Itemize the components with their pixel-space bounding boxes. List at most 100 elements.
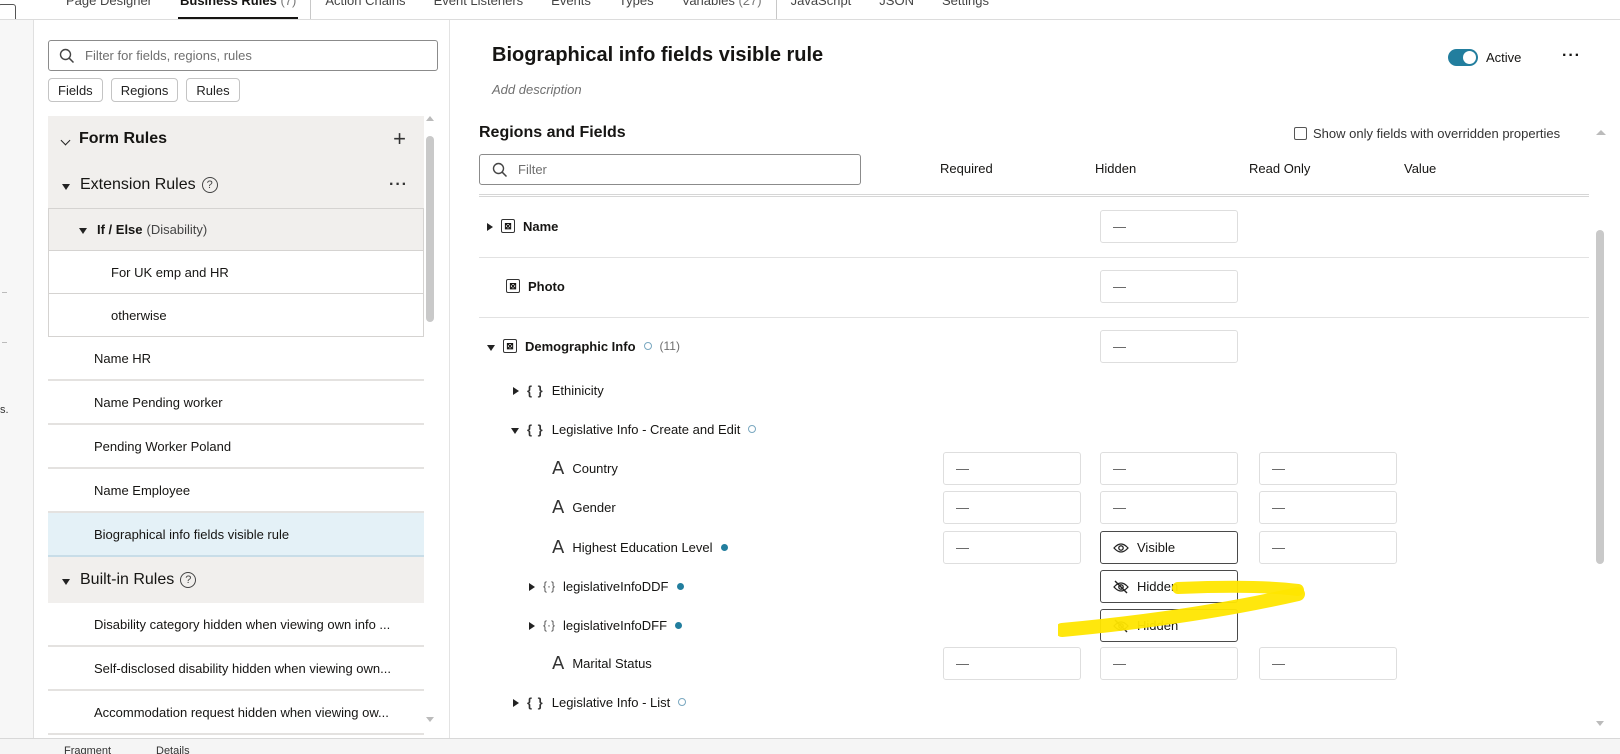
field-row-demographic[interactable]: ⊠ Demographic Info (11) — (479, 328, 1589, 364)
rule-item[interactable]: Accommodation request hidden when viewin… (48, 691, 424, 735)
hidden-select[interactable]: Visible (1100, 531, 1238, 564)
rules-filter-box[interactable] (48, 40, 438, 71)
field-name-cell: ⊠ Demographic Info (11) (487, 328, 680, 364)
fragment-tab[interactable]: Fragment (64, 745, 111, 754)
tab-settings[interactable]: Settings (928, 0, 1003, 19)
active-toggle[interactable]: Active (1448, 49, 1521, 66)
rules-filter-input[interactable] (85, 48, 415, 63)
more-options-icon[interactable]: ··· (1562, 47, 1581, 65)
field-label: Marital Status (572, 655, 652, 671)
caret-right-icon[interactable] (487, 219, 493, 234)
field-row-name[interactable]: ⊠ Name — (479, 208, 1589, 258)
required-select[interactable]: — (943, 491, 1081, 524)
branch-item[interactable]: For UK emp and HR (48, 251, 424, 294)
collapse-up-icon[interactable] (1596, 130, 1606, 135)
rule-item[interactable]: Pending Worker Poland (48, 425, 424, 469)
caret-down-icon[interactable] (79, 222, 87, 237)
scroll-down-icon[interactable] (1596, 721, 1604, 726)
hidden-select[interactable]: — (1100, 330, 1238, 363)
override-filter[interactable]: Show only fields with overridden propert… (1294, 126, 1560, 141)
rule-item[interactable]: Name Pending worker (48, 381, 424, 425)
read-only-select[interactable]: — (1259, 452, 1397, 485)
built-in-rules-header[interactable]: Built-in Rules ? (48, 557, 424, 603)
hidden-select[interactable]: — (1100, 270, 1238, 303)
tab-events[interactable]: Events (537, 0, 605, 19)
description-field[interactable]: Add description (492, 82, 582, 97)
field-row-legislative-create[interactable]: { } Legislative Info - Create and Edit (479, 411, 1589, 447)
field-row-marital[interactable]: A Marital Status — — — (479, 645, 1589, 681)
form-rules-header[interactable]: Form Rules + (48, 116, 424, 162)
required-select[interactable]: — (943, 452, 1081, 485)
rules-scrollbar[interactable] (426, 116, 434, 722)
caret-down-icon[interactable] (62, 178, 70, 193)
rule-item-selected[interactable]: Biographical info fields visible rule (48, 513, 424, 557)
chevron-down-icon[interactable] (60, 132, 71, 147)
scroll-thumb[interactable] (426, 136, 434, 322)
scroll-up-icon[interactable] (426, 116, 434, 121)
read-only-select[interactable]: — (1259, 491, 1397, 524)
fields-filter-box[interactable] (479, 154, 861, 185)
chip-rules[interactable]: Rules (186, 78, 240, 102)
tab-javascript[interactable]: JavaScript (775, 0, 866, 19)
rule-item[interactable]: Name Employee (48, 469, 424, 513)
rule-title[interactable]: Biographical info fields visible rule (492, 44, 823, 67)
tab-page-designer[interactable]: Page Designer (52, 0, 166, 19)
caret-right-icon[interactable] (513, 695, 519, 710)
hidden-select[interactable]: — (1100, 452, 1238, 485)
hidden-select[interactable]: — (1100, 210, 1238, 243)
caret-down-icon[interactable] (511, 422, 519, 437)
tab-variables[interactable]: Variables (27) (668, 0, 776, 19)
caret-right-icon[interactable] (529, 618, 535, 633)
fields-scrollbar[interactable] (1596, 196, 1604, 726)
tab-types[interactable]: Types (605, 0, 668, 19)
read-only-select[interactable]: — (1259, 647, 1397, 680)
field-row-dff[interactable]: {·} legislativeInfoDFF Hidden (479, 607, 1589, 643)
rule-item[interactable]: Self-disclosed disability hidden when vi… (48, 647, 424, 691)
hidden-select[interactable]: — (1100, 491, 1238, 524)
scroll-thumb[interactable] (1596, 230, 1604, 564)
column-hidden: Hidden (1095, 161, 1137, 176)
override-checkbox[interactable] (1294, 127, 1307, 140)
field-count: (11) (659, 339, 680, 353)
branch-item[interactable]: otherwise (48, 294, 424, 337)
highlighter-annotation (1058, 580, 1305, 637)
tab-json[interactable]: JSON (865, 0, 928, 19)
hidden-select[interactable]: — (1100, 647, 1238, 680)
if-else-condition: (Disability) (146, 222, 208, 237)
rule-item[interactable]: Disability category hidden when viewing … (48, 603, 424, 647)
caret-right-icon[interactable] (513, 383, 519, 398)
field-name-cell: A Marital Status (552, 645, 652, 681)
read-only-select[interactable]: — (1259, 531, 1397, 564)
caret-right-icon[interactable] (529, 579, 535, 594)
field-row-ethnicity[interactable]: { } Ethinicity (479, 372, 1589, 408)
field-label: legislativeInfoDDF (563, 578, 669, 594)
fields-filter-input[interactable] (518, 162, 838, 177)
field-row-photo[interactable]: ⊠ Photo — (479, 268, 1589, 318)
required-select[interactable]: — (943, 647, 1081, 680)
tab-business-rules[interactable]: Business Rules (7) (166, 0, 310, 19)
field-row-legislative-list[interactable]: { } Legislative Info - List (479, 684, 1589, 720)
field-row-ddf[interactable]: {·} legislativeInfoDDF Hidden (479, 568, 1589, 604)
scroll-down-icon[interactable] (426, 717, 434, 722)
toggle-switch[interactable] (1448, 49, 1478, 66)
text-field-icon: A (552, 536, 565, 558)
chip-regions[interactable]: Regions (110, 78, 179, 102)
required-select[interactable]: — (943, 531, 1081, 564)
if-else-node[interactable]: If / Else (Disability) (48, 208, 424, 251)
field-row-country[interactable]: A Country — — — (479, 450, 1589, 486)
caret-down-icon[interactable] (487, 339, 495, 354)
help-icon[interactable]: ? (201, 177, 218, 193)
extension-rules-header[interactable]: Extension Rules ? ··· (48, 162, 424, 208)
add-rule-icon[interactable]: + (393, 126, 406, 152)
tab-action-chains[interactable]: Action Chains (310, 0, 419, 19)
tab-event-listeners[interactable]: Event Listeners (420, 0, 538, 19)
help-icon[interactable]: ? (180, 572, 197, 588)
rule-item[interactable]: Name HR (48, 337, 424, 381)
left-toolbar-box[interactable] (0, 4, 16, 19)
more-options-icon[interactable]: ··· (389, 176, 408, 194)
caret-down-icon[interactable] (62, 573, 70, 588)
chip-fields[interactable]: Fields (48, 78, 103, 102)
details-tab[interactable]: Details (156, 745, 190, 754)
field-row-education[interactable]: A Highest Education Level — Visible — (479, 529, 1589, 565)
field-row-gender[interactable]: A Gender — — — (479, 489, 1589, 525)
